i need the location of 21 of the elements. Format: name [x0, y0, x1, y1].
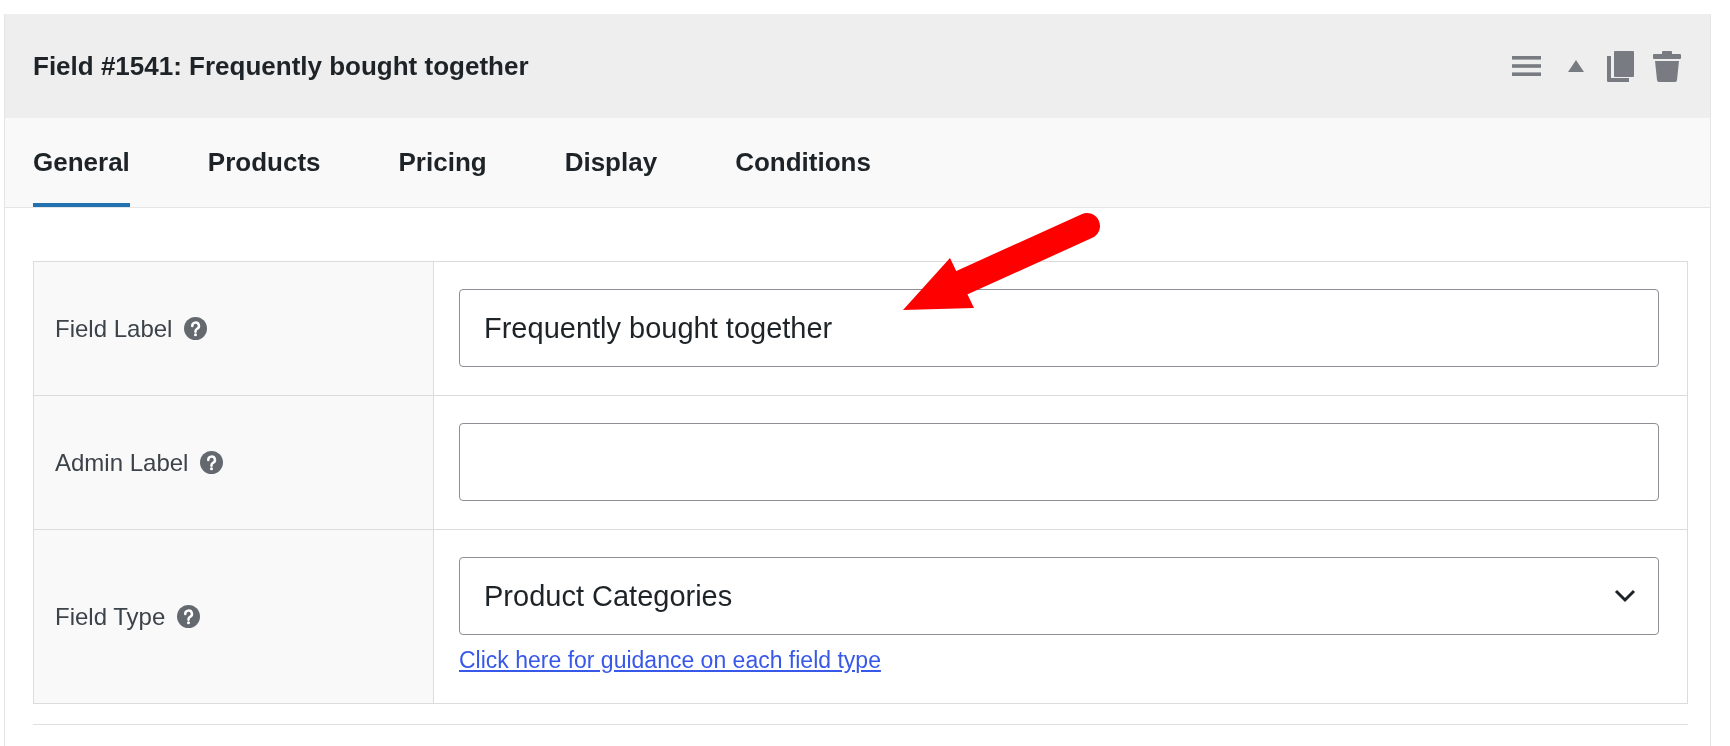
- field-label: Admin Label: [55, 448, 189, 477]
- help-icon[interactable]: [177, 605, 201, 628]
- tab[interactable]: Products: [207, 118, 321, 207]
- text-input[interactable]: Frequently bought together: [459, 289, 1659, 367]
- chevron-down-icon: [1614, 589, 1636, 603]
- menu-icon[interactable]: [1512, 56, 1541, 76]
- caret-up-icon[interactable]: [1568, 60, 1584, 72]
- field-label: Field Label: [55, 314, 173, 343]
- tab[interactable]: Pricing: [398, 118, 487, 207]
- help-icon[interactable]: [200, 451, 224, 474]
- tab[interactable]: Conditions: [735, 118, 871, 207]
- tab[interactable]: Display: [564, 118, 658, 207]
- guidance-link[interactable]: Click here for guidance on each field type: [459, 647, 881, 673]
- trash-icon[interactable]: [1653, 50, 1681, 82]
- panel-title: Field #1541: Frequently bought together: [33, 50, 529, 82]
- tab[interactable]: General: [33, 118, 130, 207]
- field-label: Field Type: [55, 602, 166, 631]
- help-icon[interactable]: [184, 317, 208, 340]
- dropdown-select[interactable]: Product Categories: [459, 557, 1659, 635]
- text-input[interactable]: [459, 423, 1659, 501]
- copy-icon[interactable]: [1607, 50, 1634, 82]
